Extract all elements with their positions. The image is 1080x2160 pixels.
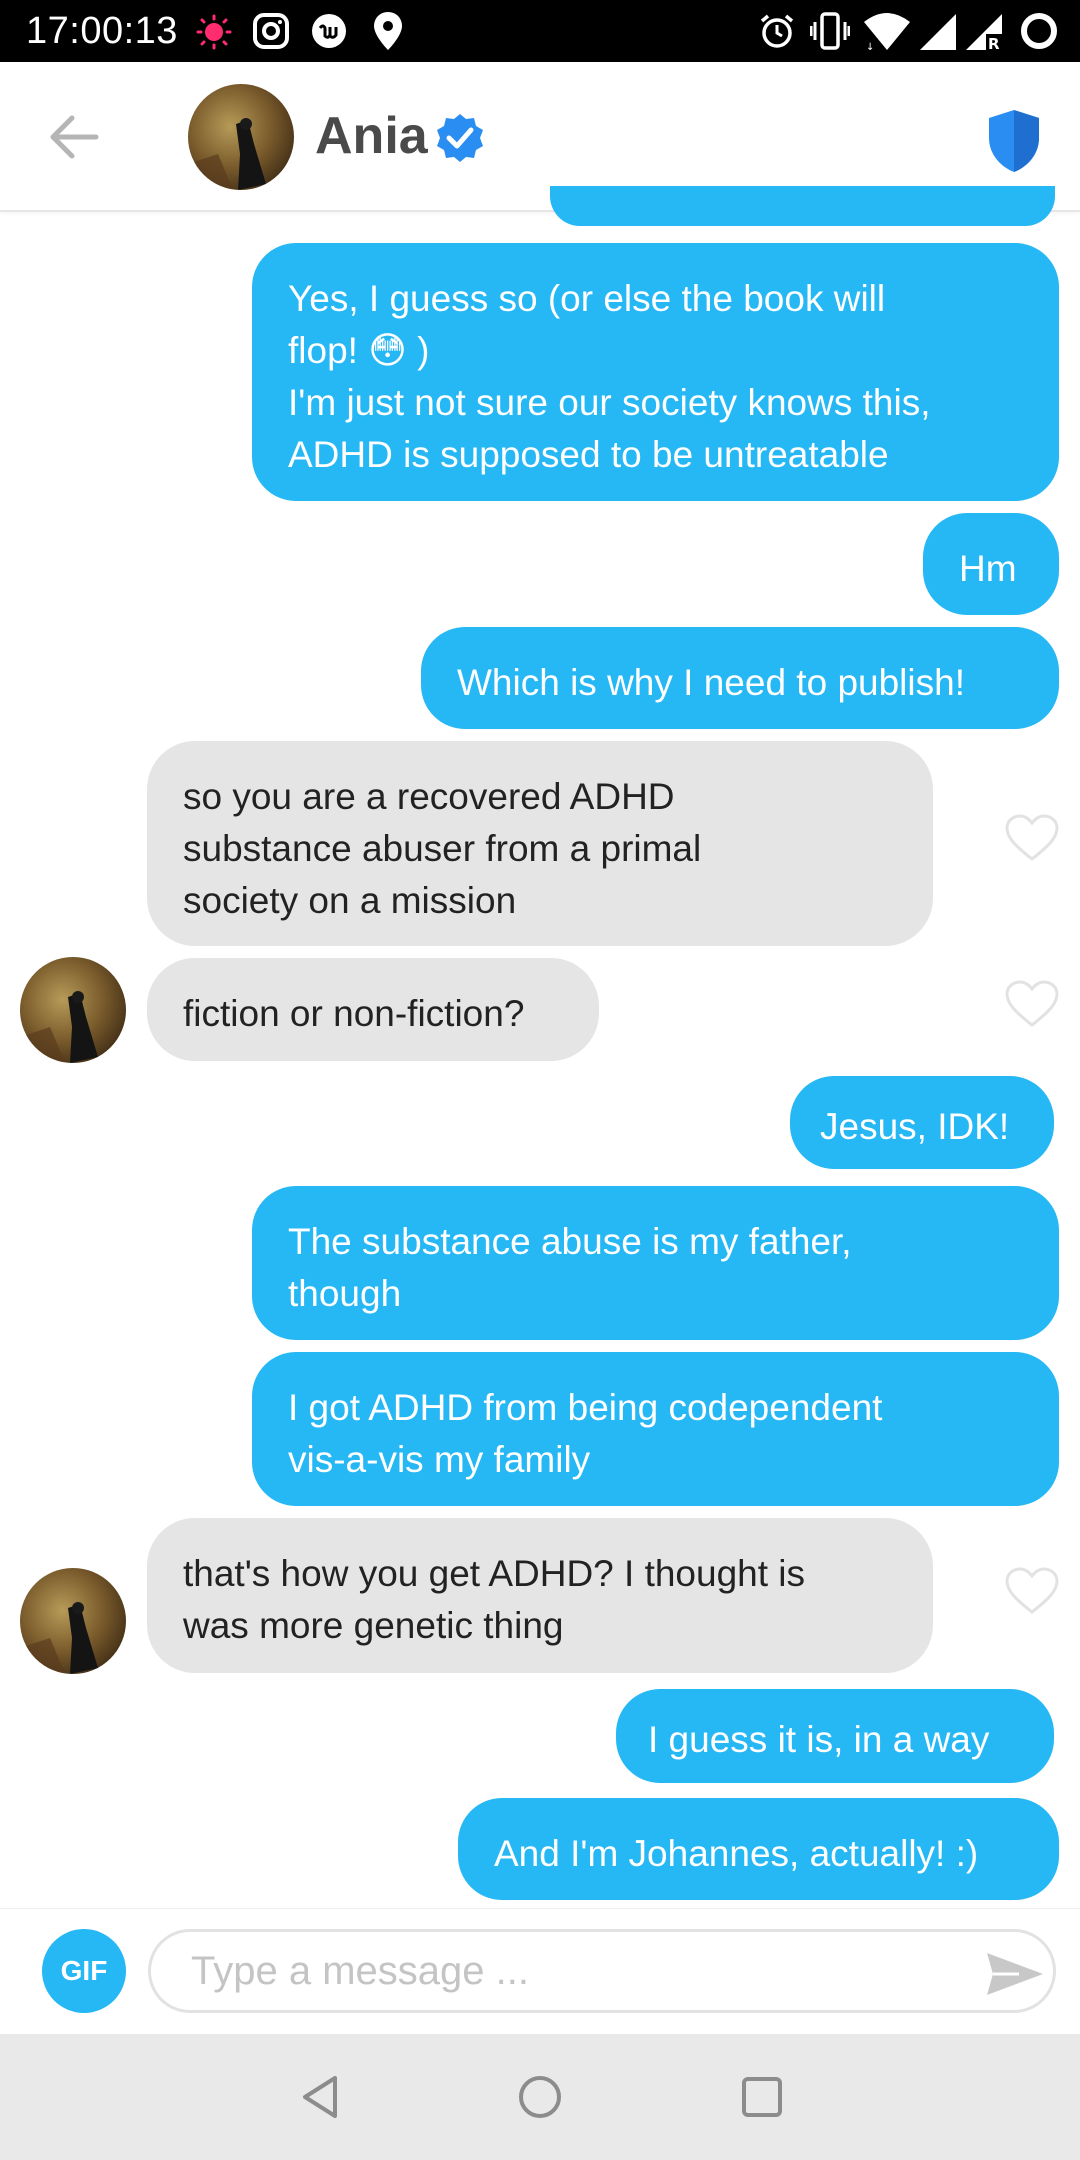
message-bubble-outgoing[interactable]: I guess it is, in a way — [616, 1689, 1054, 1783]
message-text: that's how you get ADHD? I thought is wa… — [183, 1553, 806, 1646]
heart-icon[interactable] — [1004, 813, 1060, 863]
contact-name[interactable]: Ania — [315, 102, 428, 170]
vibrate-icon — [810, 12, 850, 50]
avatar[interactable] — [20, 1568, 126, 1674]
shield-icon[interactable] — [985, 108, 1043, 174]
battery-icon — [1021, 13, 1057, 49]
alarm-icon — [760, 14, 794, 48]
gif-button[interactable]: GIF — [42, 1929, 126, 2013]
verified-badge-icon — [437, 114, 483, 162]
recording-dot-icon — [196, 14, 232, 50]
message-text: And I'm Johannes, actually! :) — [494, 1833, 979, 1874]
location-icon — [374, 12, 402, 50]
message-bubble-partial — [550, 186, 1055, 226]
message-text: The substance abuse is my father, though — [288, 1221, 852, 1314]
back-arrow-icon[interactable] — [40, 102, 110, 172]
app-icon — [312, 14, 346, 48]
avatar[interactable] — [188, 84, 294, 190]
svg-text:↓: ↓ — [866, 42, 874, 52]
nav-back-icon[interactable] — [295, 2072, 345, 2122]
signal-roaming-icon: R — [966, 14, 1002, 52]
send-icon[interactable] — [985, 1949, 1045, 1999]
signal-icon — [920, 14, 956, 50]
message-text: so you are a recovered ADHD substance ab… — [183, 776, 702, 921]
wifi-icon: ↓ — [864, 13, 910, 52]
status-bar: 17:00:13 ↓ R — [0, 0, 1080, 62]
message-bubble-outgoing[interactable]: The substance abuse is my father, though — [252, 1186, 1059, 1340]
message-text: Yes, I guess so (or else the book will f… — [288, 278, 931, 475]
message-text: Hm — [959, 548, 1017, 589]
message-bubble-outgoing[interactable]: Hm — [923, 513, 1059, 615]
svg-text:R: R — [988, 35, 1000, 52]
message-bubble-outgoing[interactable]: And I'm Johannes, actually! :) — [458, 1798, 1059, 1900]
message-bubble-outgoing[interactable]: Jesus, IDK! — [790, 1076, 1054, 1169]
message-bubble-incoming[interactable]: so you are a recovered ADHD substance ab… — [147, 741, 933, 946]
message-composer: GIF — [0, 1908, 1080, 2035]
message-bubble-outgoing[interactable]: Which is why I need to publish! — [421, 627, 1059, 729]
message-input[interactable] — [148, 1929, 1056, 2013]
message-text: Jesus, IDK! — [820, 1106, 1010, 1147]
heart-icon[interactable] — [1004, 1566, 1060, 1616]
message-bubble-incoming[interactable]: fiction or non-fiction? — [147, 958, 599, 1061]
message-bubble-outgoing[interactable]: Yes, I guess so (or else the book will f… — [252, 243, 1059, 501]
message-text: fiction or non-fiction? — [183, 993, 525, 1034]
message-text: I got ADHD from being codependent vis-a-… — [288, 1387, 883, 1480]
heart-icon[interactable] — [1004, 979, 1060, 1029]
message-bubble-incoming[interactable]: that's how you get ADHD? I thought is wa… — [147, 1518, 933, 1673]
nav-home-icon[interactable] — [515, 2072, 565, 2122]
navigation-bar — [0, 2034, 1080, 2160]
message-bubble-outgoing[interactable]: I got ADHD from being codependent vis-a-… — [252, 1352, 1059, 1506]
message-text: Which is why I need to publish! — [457, 662, 965, 703]
instagram-icon — [253, 13, 289, 49]
nav-recents-icon[interactable] — [737, 2072, 787, 2122]
avatar[interactable] — [20, 957, 126, 1063]
message-text: I guess it is, in a way — [648, 1719, 990, 1760]
status-time: 17:00:13 — [26, 10, 178, 52]
